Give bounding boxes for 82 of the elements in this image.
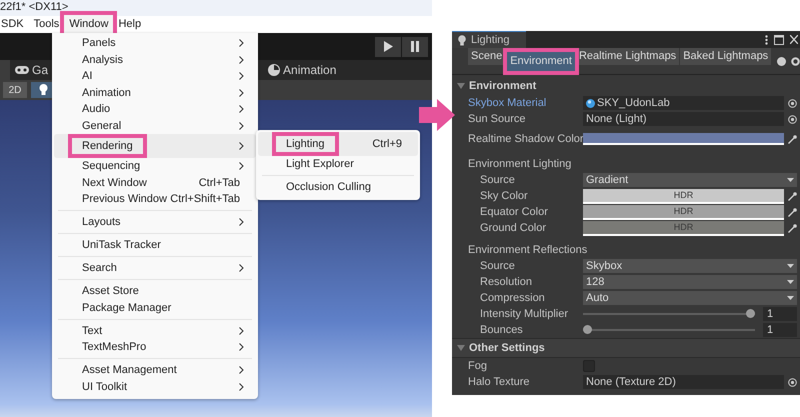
menu-item[interactable]: TextMeshPro (54, 339, 256, 356)
dropdown[interactable]: 128 (583, 275, 797, 289)
menu-item[interactable]: Analysis (54, 52, 256, 68)
property-label: Resolution (480, 276, 533, 288)
window-title: 22f1* <DX11> (0, 0, 68, 14)
dropdown-caret-icon (787, 280, 794, 284)
color-field[interactable] (583, 133, 784, 145)
triangle-down-icon (457, 82, 465, 90)
menu-item[interactable]: Asset Store (54, 283, 256, 300)
menu-item[interactable]: Occlusion Culling (258, 179, 418, 196)
menu-item[interactable]: Sequencing (54, 158, 256, 174)
menu-item[interactable]: Lighting Ctrl+9 (258, 132, 418, 156)
menu-item[interactable]: Search (54, 260, 256, 276)
property-label: Realtime Shadow Color (468, 133, 583, 145)
menu-item[interactable]: Text (54, 322, 256, 339)
property-label: Bounces (480, 324, 524, 336)
pause-icon (410, 41, 420, 52)
menu-item[interactable]: Audio (54, 101, 256, 118)
object-field[interactable]: None (Texture 2D) (583, 375, 784, 389)
menu-item[interactable]: Asset Management (54, 362, 256, 378)
play-icon (383, 41, 393, 52)
eyedropper-icon[interactable] (788, 134, 797, 144)
object-picker-icon[interactable] (788, 378, 797, 386)
menu-bar-item[interactable]: SDK (0, 14, 33, 35)
play-button[interactable] (375, 36, 401, 56)
property-label: Sun Source (468, 113, 526, 125)
menu-item[interactable]: Package Manager (54, 300, 256, 316)
property-label: Fog (468, 360, 488, 372)
dropdown[interactable]: Skybox (583, 259, 797, 273)
help-icon[interactable] (777, 56, 786, 66)
dropdown[interactable]: Gradient (583, 173, 797, 187)
panel-title: Lighting (471, 34, 510, 46)
settings-icon[interactable] (791, 56, 800, 66)
light-bulb-icon (458, 34, 466, 46)
menu-item[interactable]: General (54, 118, 256, 134)
number-field[interactable]: 1 (763, 323, 797, 337)
eyedropper-icon[interactable] (788, 208, 797, 216)
property-label: Source (480, 174, 516, 186)
property-label: Intensity Multiplier (480, 308, 570, 320)
triangle-down-icon (457, 344, 465, 352)
object-field[interactable]: None (Light) (583, 112, 784, 126)
property-label: Equator Color (480, 206, 549, 218)
dropdown-caret-icon (787, 296, 794, 300)
property-label: Source (480, 260, 516, 272)
pointer-arrow (419, 99, 455, 131)
close-icon[interactable] (790, 35, 798, 44)
mode-2d-button[interactable]: 2D (3, 82, 27, 98)
color-field[interactable]: HDR (583, 204, 784, 220)
clock-icon (268, 64, 280, 76)
more-options-icon[interactable] (765, 34, 768, 44)
menu-item[interactable]: Rendering (54, 134, 256, 158)
section-header[interactable]: Other Settings (452, 338, 800, 358)
menu-item[interactable]: Light Explorer (258, 156, 418, 172)
property-label: Sky Color (480, 190, 529, 202)
group-label: Environment Lighting (467, 157, 572, 172)
menu-item[interactable]: Layouts (54, 214, 256, 230)
light-bulb-icon (38, 84, 48, 96)
dropdown-caret-icon (787, 264, 794, 268)
menu-item[interactable]: Next Window Ctrl+Tab (54, 174, 256, 191)
menu-item[interactable]: UniTask Tracker (54, 237, 256, 254)
number-field[interactable]: 1 (763, 307, 797, 321)
property-label: Halo Texture (468, 376, 531, 388)
property-label: Skybox Material (468, 97, 548, 109)
property-label: Ground Color (480, 222, 548, 234)
dropdown[interactable]: Auto (583, 291, 797, 305)
gamepad-icon (15, 66, 29, 74)
menu-item[interactable]: AI (54, 68, 256, 84)
menu-item[interactable]: Animation (54, 84, 256, 101)
settings-tab[interactable]: Baked Lightmaps (680, 48, 772, 64)
settings-tab[interactable]: Environment (503, 48, 579, 74)
menu-item[interactable]: Previous Window Ctrl+Shift+Tab (54, 191, 256, 208)
eyedropper-icon[interactable] (788, 224, 797, 232)
slider-thumb[interactable] (583, 325, 592, 334)
property-label: Compression (480, 292, 546, 304)
maximize-icon[interactable] (774, 34, 784, 44)
menu-item[interactable]: UI Toolkit (54, 378, 256, 395)
object-field[interactable]: SKY_UdonLab (583, 96, 784, 110)
slider-thumb[interactable] (746, 309, 755, 318)
color-field[interactable]: HDR (583, 188, 784, 204)
pause-button[interactable] (402, 36, 428, 56)
eyedropper-icon[interactable] (788, 192, 797, 200)
dropdown-caret-icon (787, 178, 794, 182)
